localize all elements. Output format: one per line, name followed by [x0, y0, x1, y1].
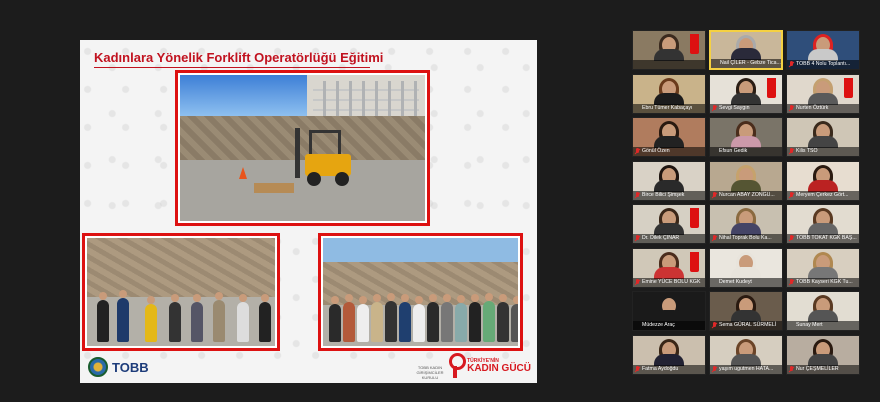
participant-tile[interactable]: Meryem Çerkez Gört... — [786, 160, 860, 201]
participant-name: Ebru Tümer Kabaçayı — [633, 103, 705, 113]
participant-tile[interactable]: Ebru Tümer Kabaçayı — [632, 73, 706, 114]
photo-group-lineup — [318, 233, 523, 351]
participant-tile[interactable] — [632, 30, 706, 70]
participant-tile[interactable]: Dr. Dilek ÇINAR — [632, 204, 706, 244]
participant-name: Müdezze Araç — [633, 321, 705, 330]
muted-mic-icon — [789, 191, 794, 199]
tobb-logo-text: TOBB — [112, 359, 149, 375]
participant-name: Sevgi Saygın — [710, 103, 782, 113]
muted-mic-icon — [635, 235, 640, 242]
participant-tile[interactable]: Kilis TSO — [786, 117, 860, 157]
flag-icon — [690, 208, 699, 228]
participant-gallery: Nail ÇİLER - Gebze Tica... TOBB 4 Nolu To… — [632, 30, 862, 386]
participant-name: Sema GÜRAL SÜRMELİ — [710, 321, 782, 330]
flag-icon — [844, 77, 853, 98]
participant-tile[interactable]: Efsun Gedik — [709, 117, 783, 157]
participant-name: Nur ÇEŞMELİLER — [787, 364, 859, 374]
muted-mic-icon — [789, 278, 794, 286]
participant-tile[interactable]: TOBB TOKAT KGK BAŞ... — [786, 204, 860, 244]
kadin-gucu-logo: TÜRKİYE'NİN KADIN GÜCÜ — [446, 353, 531, 379]
flag-icon — [767, 77, 776, 98]
participant-tile[interactable]: Nihal Toprak Bolu Ka... — [709, 204, 783, 244]
participant-name: Emine YÜCE BOLU KGK — [633, 277, 705, 287]
muted-mic-icon — [789, 148, 794, 155]
photo-forklift — [175, 70, 430, 226]
kadin-gucu-icon — [446, 353, 467, 379]
participant-tile[interactable]: Nur ÇEŞMELİLER — [786, 334, 860, 375]
flag-icon — [690, 34, 699, 54]
slide-title: Kadınlara Yönelik Forklift Operatörlüğü … — [94, 50, 384, 65]
participant-name: Fatma Aydoğdu — [633, 364, 705, 374]
participant-name: TOBB TOKAT KGK BAŞ... — [787, 234, 859, 243]
participant-name: yaşım ugutmen HATA... — [710, 364, 782, 374]
participant-tile[interactable]: Emine YÜCE BOLU KGK — [632, 247, 706, 288]
participant-name — [633, 60, 705, 69]
participant-tile[interactable]: yaşım ugutmen HATA... — [709, 334, 783, 375]
photo-group-forklift — [82, 233, 280, 351]
participant-tile[interactable]: Demet Kudeyt — [709, 247, 783, 288]
participant-name: Kilis TSO — [787, 147, 859, 156]
participant-tile[interactable]: Sema GÜRAL SÜRMELİ — [709, 291, 783, 331]
tobb-logo: TOBB — [88, 357, 149, 377]
participant-tile[interactable]: Nurten Öztürk — [786, 73, 860, 114]
participant-name: Nurcan ABAY ZONGU... — [710, 190, 782, 200]
participant-name: Meryem Çerkez Gört... — [787, 190, 859, 200]
muted-mic-icon — [712, 365, 717, 373]
slide-footer: TOBB TOBB KADIN GİRİŞİMCİLER KURULU TÜRK… — [80, 353, 537, 383]
participant-tile[interactable]: Gönül Özen — [632, 117, 706, 157]
flag-icon — [690, 251, 699, 272]
muted-mic-icon — [635, 148, 640, 155]
participant-name: TOBB Kayseri KGK Tu... — [787, 277, 859, 287]
participant-tile[interactable]: Fatma Aydoğdu — [632, 334, 706, 375]
kg-big-text: KADIN GÜCÜ — [467, 362, 531, 374]
participant-name: Efsun Gedik — [710, 147, 782, 156]
muted-mic-icon — [789, 61, 794, 68]
participant-tile[interactable]: Sunay Mert — [786, 291, 860, 331]
muted-mic-icon — [789, 104, 794, 112]
participant-name: Dr. Dilek ÇINAR — [633, 234, 705, 243]
muted-mic-icon — [712, 104, 717, 112]
participant-tile[interactable]: TOBB 4 Nolu Toplantı... — [786, 30, 860, 70]
muted-mic-icon — [712, 322, 717, 329]
muted-mic-icon — [635, 365, 640, 373]
participant-tile[interactable]: Nurcan ABAY ZONGU... — [709, 160, 783, 201]
participant-name: Sunay Mert — [787, 321, 859, 330]
muted-mic-icon — [712, 235, 717, 242]
muted-mic-icon — [712, 191, 717, 199]
forklift-icon — [293, 127, 355, 186]
shared-screen: Kadınlara Yönelik Forklift Operatörlüğü … — [0, 0, 620, 402]
participant-tile[interactable]: TOBB Kayseri KGK Tu... — [786, 247, 860, 288]
participant-tile[interactable]: Birce Bilici Şimşek — [632, 160, 706, 201]
participant-name: Demet Kudeyt — [710, 277, 782, 287]
participant-tile[interactable]: Sevgi Saygın — [709, 73, 783, 114]
participant-tile[interactable]: Nail ÇİLER - Gebze Tica... — [709, 30, 783, 70]
traffic-cone-icon — [238, 166, 247, 179]
muted-mic-icon — [635, 191, 640, 199]
tobb-seal-icon — [88, 357, 108, 377]
participant-name: Gönül Özen — [633, 147, 705, 156]
participant-name: Nihal Toprak Bolu Ka... — [710, 234, 782, 243]
participant-name: Birce Bilici Şimşek — [633, 190, 705, 200]
muted-mic-icon — [635, 278, 640, 286]
participant-name: Nail ÇİLER - Gebze Tica... — [711, 59, 781, 68]
muted-mic-icon — [789, 235, 794, 242]
tobb-subtitle: TOBB KADIN GİRİŞİMCİLER KURULU — [416, 365, 444, 380]
participant-name: TOBB 4 Nolu Toplantı... — [787, 60, 859, 69]
presentation-slide: Kadınlara Yönelik Forklift Operatörlüğü … — [80, 40, 537, 383]
title-underline — [94, 67, 370, 68]
participant-name: Nurten Öztürk — [787, 103, 859, 113]
participant-tile[interactable]: Müdezze Araç — [632, 291, 706, 331]
muted-mic-icon — [789, 365, 794, 373]
pallet — [253, 183, 294, 194]
